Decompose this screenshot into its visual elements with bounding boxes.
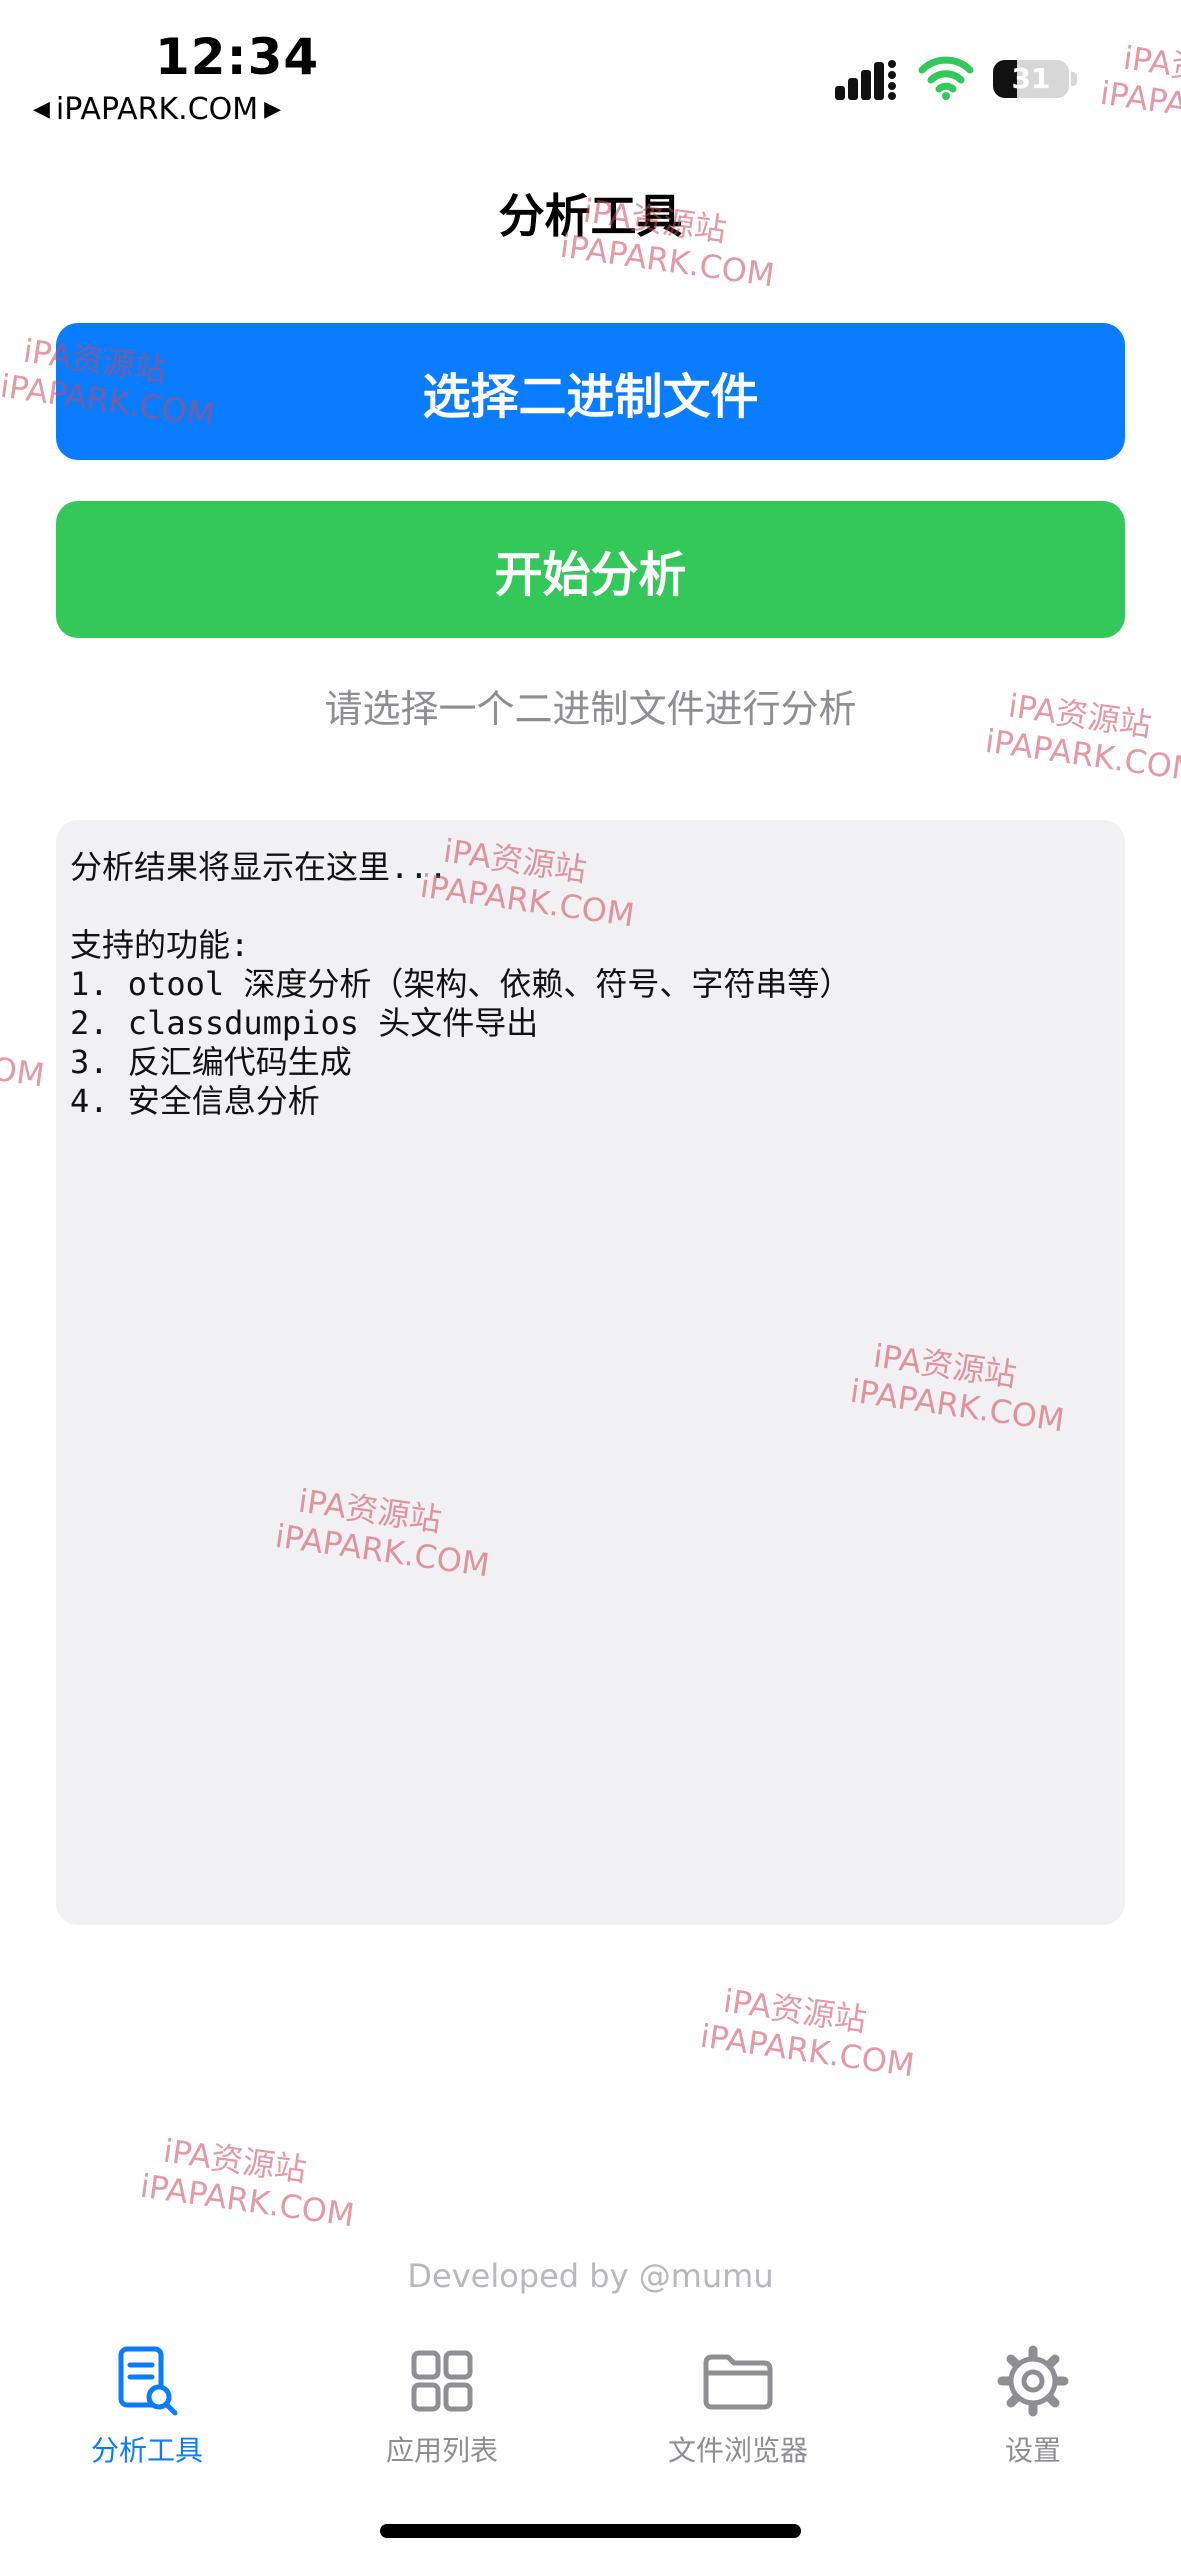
page-title: 分析工具	[498, 189, 683, 243]
tab-settings[interactable]: 设置	[933, 2345, 1133, 2469]
battery-level: 31	[1011, 62, 1051, 95]
back-app-label: iPAPARK.COM	[55, 92, 259, 127]
grid-icon	[411, 2350, 473, 2412]
start-analysis-button[interactable]: 开始分析	[56, 501, 1125, 638]
tab-label: 分析工具	[90, 2434, 203, 2467]
forward-arrow-icon: ▶	[264, 97, 282, 122]
tab-app-list[interactable]: 应用列表	[342, 2345, 542, 2469]
tab-file-browser[interactable]: 文件浏览器	[638, 2345, 838, 2469]
wifi-icon	[918, 56, 974, 100]
watermark: iPA资源站iPAPARK.COM	[1097, 38, 1181, 142]
back-arrow-icon: ◀	[33, 97, 50, 122]
status-message: 请选择一个二进制文件进行分析	[324, 687, 857, 731]
home-indicator[interactable]	[380, 2524, 801, 2538]
doc-search-icon	[118, 2346, 178, 2416]
watermark: iPA资源站iPAPARK.COM	[137, 2131, 357, 2235]
tab-label: 应用列表	[385, 2434, 498, 2467]
tab-label: 文件浏览器	[667, 2434, 808, 2467]
back-to-app-link[interactable]: ◀ iPAPARK.COM ▶	[33, 92, 281, 127]
status-time: 12:34	[155, 28, 320, 86]
battery-indicator: 31	[993, 60, 1079, 98]
select-binary-button[interactable]: 选择二进制文件	[56, 323, 1125, 460]
tab-analysis-tool[interactable]: 分析工具	[47, 2345, 247, 2469]
watermark: iPA资源站iPAPARK.COM	[0, 1026, 47, 1095]
folder-icon	[703, 2354, 773, 2410]
developer-credit: Developed by @mumu	[407, 2257, 774, 2295]
analysis-result-text: 分析结果将显示在这里... 支持的功能: 1. otool 深度分析（架构、依赖…	[70, 848, 852, 1120]
tab-label: 设置	[1004, 2434, 1061, 2467]
watermark: iPA资源站iPAPARK.COM	[697, 1981, 917, 2085]
gear-icon	[997, 2345, 1069, 2417]
analysis-result-box[interactable]: 分析结果将显示在这里... 支持的功能: 1. otool 深度分析（架构、依赖…	[56, 820, 1125, 1925]
cellular-signal-icon	[835, 60, 896, 100]
